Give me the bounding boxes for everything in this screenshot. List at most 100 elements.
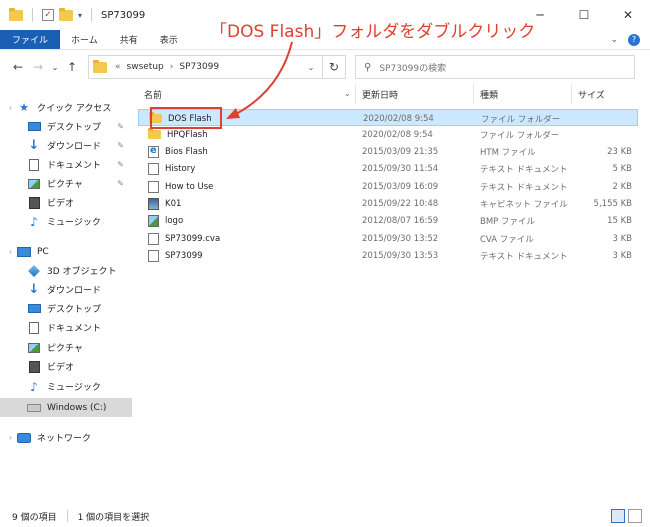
nav-network[interactable]: › ネットワーク: [0, 428, 132, 447]
folder-icon: [148, 128, 161, 140]
window-title: SP73099: [101, 9, 146, 21]
nav-pc-3d-objects[interactable]: 3D オブジェクト: [0, 261, 132, 280]
music-icon: ♪: [30, 379, 38, 394]
pin-icon[interactable]: ✎: [117, 122, 124, 131]
nav-quick-downloads[interactable]: ↓ ダウンロード ✎: [0, 136, 132, 155]
column-size[interactable]: サイズ: [572, 84, 638, 104]
file-name-cell[interactable]: SP73099: [148, 247, 203, 264]
file-type: キャビネット ファイル: [480, 200, 568, 210]
divider: [91, 8, 93, 22]
3d-objects-icon: [28, 264, 40, 277]
expand-chevron-icon[interactable]: ›: [6, 434, 15, 442]
file-date: 2015/09/22 10:48: [362, 199, 439, 209]
column-date[interactable]: 更新日時: [356, 84, 474, 104]
recent-locations-chevron-icon[interactable]: ⌄: [48, 63, 62, 72]
file-name-cell[interactable]: SP73099.cva: [148, 230, 220, 247]
file-date: 2015/09/30 13:53: [362, 250, 439, 261]
large-icons-view-icon[interactable]: [628, 509, 642, 523]
nav-quick-desktop[interactable]: デスクトップ ✎: [0, 117, 132, 136]
pin-icon[interactable]: ✎: [117, 141, 124, 150]
address-dropdown-chevron-icon[interactable]: ⌄: [300, 55, 322, 79]
file-date: 2015/03/09 16:09: [362, 181, 439, 192]
download-icon: ↓: [28, 282, 40, 297]
file-type: テキスト ドキュメント: [480, 182, 568, 193]
file-size: 2 KB: [612, 181, 632, 192]
nav-label: ドキュメント: [47, 161, 102, 171]
search-box[interactable]: ⚲ SP73099の検索: [355, 55, 635, 79]
file-name-cell[interactable]: K01: [148, 196, 181, 213]
file-name-cell[interactable]: logo: [148, 213, 183, 230]
nav-quick-pictures[interactable]: ピクチャ ✎: [0, 174, 132, 193]
tab-share[interactable]: 共有: [109, 30, 149, 49]
new-folder-icon[interactable]: [59, 7, 73, 21]
nav-pc[interactable]: › PC: [0, 242, 132, 261]
expand-chevron-icon[interactable]: ›: [6, 248, 15, 256]
properties-check-icon[interactable]: ✓: [42, 9, 54, 21]
nav-label: ミュージック: [47, 218, 101, 228]
breadcrumb-swsetup[interactable]: swsetup: [127, 62, 164, 72]
nav-quick-videos[interactable]: ビデオ: [0, 193, 132, 212]
column-type[interactable]: 種類: [474, 84, 572, 104]
music-icon: ♪: [30, 214, 38, 229]
up-arrow-icon[interactable]: ↑: [62, 60, 82, 74]
maximize-icon[interactable]: ☐: [562, 0, 606, 30]
file-type: テキスト ドキュメント: [480, 165, 568, 176]
video-icon: [28, 360, 40, 373]
nav-pc-pictures[interactable]: ピクチャ: [0, 338, 132, 357]
file-row[interactable]: K01 2015/09/22 10:48 キャビネット ファイル 5,155 KB: [138, 196, 638, 213]
file-row[interactable]: History 2015/09/30 11:54 テキスト ドキュメント 5 KB: [138, 161, 638, 178]
address-overflow[interactable]: «: [115, 62, 121, 72]
nav-label: Windows (C:): [47, 402, 107, 413]
sort-chevron-icon[interactable]: ⌄: [344, 89, 351, 98]
nav-label: PC: [37, 246, 49, 257]
file-type: CVA ファイル: [480, 234, 534, 245]
nav-pc-windows-c[interactable]: Windows (C:): [0, 398, 132, 417]
file-name-cell[interactable]: History: [148, 161, 195, 178]
item-count: 9 個の項目: [12, 512, 57, 523]
file-name: How to Use: [165, 181, 214, 192]
text-file-icon: [148, 232, 159, 245]
nav-pc-desktop[interactable]: デスクトップ: [0, 299, 132, 318]
search-input[interactable]: SP73099の検索: [379, 61, 446, 74]
details-view-icon[interactable]: [611, 509, 625, 523]
customize-toolbar-chevron-icon[interactable]: ▾: [78, 11, 82, 20]
nav-pc-documents[interactable]: ドキュメント: [0, 318, 132, 337]
forward-arrow-icon[interactable]: →: [28, 60, 48, 74]
expand-chevron-icon[interactable]: ›: [6, 104, 15, 112]
column-header: 名前 ⌄ 更新日時 種類 サイズ: [138, 84, 650, 104]
file-type: HTM ファイル: [480, 148, 536, 159]
network-icon: [17, 432, 31, 443]
search-icon: ⚲: [364, 61, 372, 73]
back-arrow-icon[interactable]: ←: [8, 60, 28, 74]
breadcrumb-sp73099[interactable]: SP73099: [179, 62, 219, 72]
file-name-cell[interactable]: Bios Flash: [148, 144, 208, 161]
nav-quick-music[interactable]: ♪ ミュージック: [0, 212, 132, 231]
nav-label: ピクチャ: [47, 180, 83, 190]
nav-quick-documents[interactable]: ドキュメント ✎: [0, 155, 132, 174]
file-row[interactable]: SP73099.cva 2015/09/30 13:52 CVA ファイル 3 KB: [138, 230, 638, 247]
file-name-cell[interactable]: How to Use: [148, 178, 213, 195]
quick-access-toolbar: ✓ ▾ SP73099: [0, 7, 146, 22]
column-name[interactable]: 名前: [138, 84, 356, 104]
file-row[interactable]: logo 2012/08/07 16:59 BMP ファイル 15 KB: [138, 213, 638, 230]
file-row[interactable]: SP73099 2015/09/30 13:53 テキスト ドキュメント 3 KB: [138, 247, 638, 264]
tab-home[interactable]: ホーム: [60, 30, 109, 49]
tab-file[interactable]: ファイル: [0, 30, 61, 49]
pin-icon[interactable]: ✎: [117, 160, 124, 169]
nav-pc-downloads[interactable]: ↓ ダウンロード: [0, 280, 132, 299]
selected-count: 1 個の項目を選択: [77, 512, 150, 523]
divider: [32, 8, 33, 22]
address-row: ← → ⌄ ↑ « swsetup › SP73099 ⌄ ↻ ⚲ SP7309…: [0, 50, 650, 84]
pin-icon[interactable]: ✎: [117, 179, 124, 188]
nav-quick-access[interactable]: › ★ クイック アクセス: [0, 98, 132, 117]
expand-ribbon-chevron-icon[interactable]: ⌄: [610, 35, 618, 45]
nav-pc-videos[interactable]: ビデオ: [0, 357, 132, 376]
tab-view[interactable]: 表示: [149, 30, 189, 49]
breadcrumb-separator-icon[interactable]: ›: [170, 62, 174, 72]
close-icon[interactable]: ✕: [606, 0, 650, 30]
file-row[interactable]: Bios Flash 2015/03/09 21:35 HTM ファイル 23 KB: [138, 144, 638, 161]
refresh-icon[interactable]: ↻: [322, 55, 346, 79]
file-row[interactable]: How to Use 2015/03/09 16:09 テキスト ドキュメント 2 K…: [138, 178, 638, 195]
help-icon[interactable]: ?: [628, 33, 640, 46]
nav-pc-music[interactable]: ♪ ミュージック: [0, 377, 132, 396]
